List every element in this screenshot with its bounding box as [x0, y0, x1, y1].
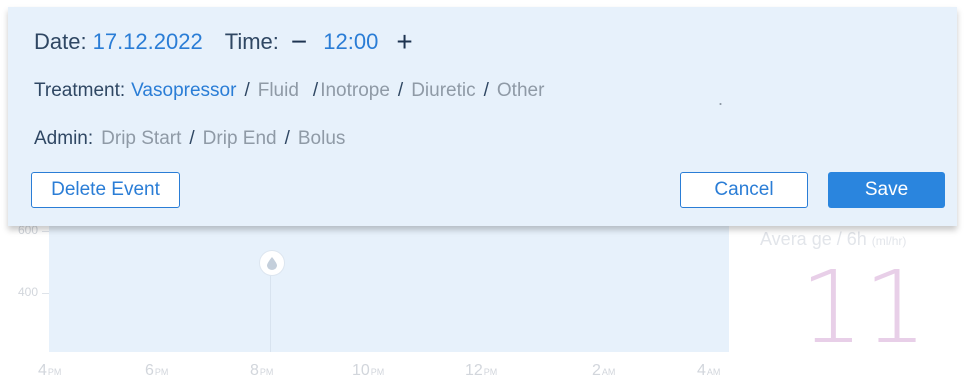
date-value[interactable]: 17.12.2022: [93, 29, 203, 55]
delete-event-button[interactable]: Delete Event: [31, 172, 180, 208]
treatment-option-diuretic[interactable]: Diuretic: [411, 80, 475, 102]
separator: /: [483, 80, 489, 101]
date-label: Date:: [34, 29, 87, 54]
y-grid-tick: [42, 293, 49, 294]
treatment-option-other[interactable]: Other: [497, 80, 545, 102]
admin-option-bolus[interactable]: Bolus: [298, 128, 346, 150]
time-decrement-button[interactable]: −: [291, 28, 307, 56]
treatment-option-vasopressor[interactable]: Vasopressor: [131, 80, 236, 102]
admin-option-drip-end[interactable]: Drip End: [203, 128, 277, 150]
separator: /: [312, 80, 319, 101]
separator: /: [244, 80, 250, 101]
treatment-label: Treatment:: [34, 80, 126, 101]
event-marker[interactable]: [259, 250, 285, 276]
separator: /: [397, 80, 404, 101]
y-grid-tick: [42, 231, 49, 232]
average-value: 11: [800, 249, 928, 366]
save-button[interactable]: Save: [828, 172, 945, 208]
time-label: Time:: [224, 29, 279, 54]
treatment-option-inotrope[interactable]: Inotrope: [320, 80, 390, 102]
treatment-option-fluid[interactable]: Fluid: [258, 80, 299, 102]
admin-option-drip-start[interactable]: Drip Start: [101, 128, 181, 150]
chart-plot-area: [49, 222, 729, 352]
y-tick-label: 400: [18, 285, 39, 299]
time-increment-button[interactable]: +: [396, 28, 412, 56]
admin-label: Admin:: [34, 128, 94, 149]
average-label: Avera ge / 6h (ml/hr): [760, 229, 907, 249]
x-tick-label: 6PM: [145, 362, 169, 379]
x-tick-label: 4PM: [38, 362, 62, 379]
event-edit-dialog: Date: 17.12.2022 Time: − 12:00 + Treatme…: [8, 7, 957, 226]
x-tick-label: 8PM: [250, 362, 274, 379]
treatment-row: Treatment: Vasopressor / Fluid / Inotrop…: [34, 80, 544, 102]
x-tick-label: 10PM: [352, 362, 385, 379]
drop-icon: [267, 256, 277, 270]
x-tick-label: 2AM: [592, 362, 616, 379]
separator: /: [284, 128, 290, 149]
time-value[interactable]: 12:00: [323, 29, 378, 55]
x-tick-label: 12PM: [465, 362, 498, 379]
admin-row: Admin: Drip Start / Drip End / Bolus: [34, 128, 345, 150]
stray-dot: .: [718, 89, 724, 109]
x-tick-label: 4AM: [697, 362, 721, 379]
date-time-row: Date: 17.12.2022 Time: − 12:00 +: [34, 28, 425, 56]
cancel-button[interactable]: Cancel: [680, 172, 808, 208]
separator: /: [189, 128, 195, 149]
